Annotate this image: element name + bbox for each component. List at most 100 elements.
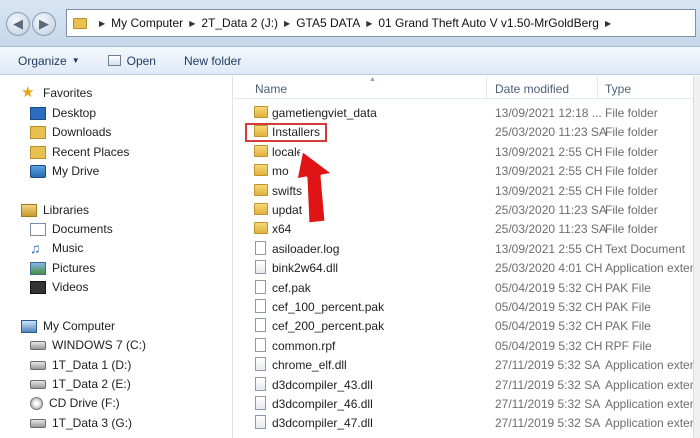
new-folder-button[interactable]: New folder <box>184 54 241 68</box>
nav-item-label: 1T_Data 1 (D:) <box>52 358 132 372</box>
column-header-row: ▲ Name Date modified Type <box>234 76 700 99</box>
folder-icon <box>254 183 268 196</box>
file-row[interactable]: cef_200_percent.pak 05/04/2019 5:32 CH PAK… <box>234 316 700 335</box>
highlight-box <box>245 123 327 142</box>
sort-ascending-icon: ▲ <box>369 76 376 83</box>
chevron-right-icon[interactable]: ▶ <box>99 19 105 28</box>
nav-item-pictures[interactable]: Pictures <box>30 261 95 275</box>
file-type: RPF File <box>605 338 652 353</box>
file-name: cef_200_percent.pak <box>272 319 385 334</box>
file-type: PAK File <box>605 280 651 295</box>
libraries-header[interactable]: Libraries <box>21 203 89 217</box>
nav-item-drive-f[interactable]: CD Drive (F:) <box>30 396 120 410</box>
file-row[interactable]: d3dcompiler_46.dll 27/11/2019 5:32 SA Appl… <box>234 394 700 413</box>
back-button[interactable]: ◀ <box>6 12 30 36</box>
navigation-pane: ★ Favorites Desktop Downloads Recent Pla… <box>0 76 233 438</box>
folder-icon <box>254 106 268 118</box>
file-row[interactable]: d3dcompiler_47.dll 27/11/2019 5:32 SA Appl… <box>234 413 700 432</box>
pictures-icon <box>30 261 46 275</box>
nav-item-downloads[interactable]: Downloads <box>30 125 111 139</box>
file-type: Application extens... <box>605 377 700 392</box>
nav-item-videos[interactable]: Videos <box>30 280 88 294</box>
downloads-icon <box>30 125 46 139</box>
music-note-icon: ♫ <box>30 239 41 256</box>
nav-item-drive-c[interactable]: WINDOWS 7 (C:) <box>30 338 146 352</box>
file-date: 13/09/2021 2:55 CH <box>495 241 603 256</box>
nav-item-music[interactable]: ♫ Music <box>30 239 84 256</box>
file-row[interactable]: common.rpf 05/04/2019 5:32 CH RPF File <box>234 336 700 355</box>
dll-file-icon <box>255 415 266 430</box>
file-row[interactable]: d3dcompiler_43.dll 27/11/2019 5:32 SA Appl… <box>234 375 700 394</box>
nav-item-documents[interactable]: Documents <box>30 222 113 236</box>
my-computer-header[interactable]: My Computer <box>21 319 115 333</box>
column-header-date[interactable]: Date modified <box>495 82 569 96</box>
file-type: Application extens... <box>605 416 700 431</box>
file-date: 13/09/2021 12:18 ... <box>495 106 602 120</box>
file-date: 05/04/2019 5:32 CH <box>495 300 603 314</box>
file-date: 27/11/2019 5:32 SA <box>495 377 601 392</box>
breadcrumb-item[interactable]: 2T_Data 2 (J:) <box>201 16 278 30</box>
nav-item-drive-g[interactable]: 1T_Data 3 (G:) <box>30 416 132 430</box>
vertical-scrollbar[interactable] <box>693 76 700 438</box>
column-divider[interactable] <box>486 76 487 99</box>
chevron-right-icon[interactable]: ▶ <box>605 19 611 28</box>
file-row[interactable]: asiloader.log 13/09/2021 2:55 CH Text Docu… <box>234 239 700 258</box>
file-type: File folder <box>605 222 658 237</box>
libraries-icon <box>21 203 37 217</box>
file-date: 13/09/2021 2:55 CH <box>495 164 603 179</box>
file-name: d3dcompiler_43.dll <box>272 377 373 392</box>
nav-item-label: CD Drive (F:) <box>49 396 120 410</box>
file-icon <box>255 299 266 313</box>
column-header-name[interactable]: Name <box>255 82 287 96</box>
nav-item-desktop[interactable]: Desktop <box>30 106 96 120</box>
nav-item-drive-e[interactable]: 1T_Data 2 (E:) <box>30 377 131 391</box>
chevron-right-icon[interactable]: ▶ <box>284 19 290 28</box>
file-type: File folder <box>605 125 658 140</box>
nav-item-my-drive[interactable]: My Drive <box>30 164 99 178</box>
breadcrumb-item[interactable]: 01 Grand Theft Auto V v1.50-MrGoldBerg <box>378 16 599 30</box>
column-header-type[interactable]: Type <box>605 82 631 96</box>
file-row[interactable]: bink2w64.dll 25/03/2020 4:01 CH Applicatio… <box>234 258 700 277</box>
file-icon <box>255 318 266 333</box>
new-folder-label: New folder <box>183 53 242 68</box>
nav-item-recent-places[interactable]: Recent Places <box>30 145 129 159</box>
forward-button[interactable]: ▶ <box>32 12 56 36</box>
file-type: Text Document <box>605 241 686 256</box>
my-computer-label: My Computer <box>43 319 116 333</box>
column-divider[interactable] <box>597 76 598 99</box>
hard-drive-icon <box>30 379 46 389</box>
desktop-icon <box>30 106 46 120</box>
organize-button[interactable]: Organize ▼ <box>18 54 80 68</box>
file-date: 27/11/2019 5:32 SA <box>495 416 601 431</box>
file-row[interactable]: cef.pak 05/04/2019 5:32 CH PAK File <box>234 278 700 297</box>
file-date: 25/03/2020 4:01 CH <box>495 261 603 276</box>
google-drive-icon <box>30 164 46 178</box>
chevron-right-icon[interactable]: ▶ <box>366 19 372 28</box>
breadcrumb-item[interactable]: My Computer <box>111 16 183 30</box>
dll-file-icon <box>255 260 266 275</box>
nav-item-label: Desktop <box>52 106 97 120</box>
chevron-right-icon[interactable]: ▶ <box>189 19 195 28</box>
organize-label: Organize <box>18 53 67 68</box>
file-icon <box>255 337 266 352</box>
file-date: 25/03/2020 11:23 SA <box>495 222 607 237</box>
file-type: File folder <box>605 164 658 179</box>
nav-item-label: Recent Places <box>52 145 130 159</box>
open-button[interactable]: Open <box>107 54 156 68</box>
nav-item-label: Music <box>52 241 84 255</box>
file-date: 25/03/2020 11:23 SA <box>495 125 607 140</box>
file-type: Application extens... <box>605 261 700 276</box>
file-row[interactable]: gametiengviet_data 13/09/2021 12:18 ... Fi… <box>234 103 700 122</box>
file-type: File folder <box>605 183 658 198</box>
address-bar[interactable]: ▶ My Computer ▶ 2T_Data 2 (J:) ▶ GTA5 DA… <box>66 9 696 37</box>
file-date: 27/11/2019 5:32 SA <box>495 397 601 411</box>
file-row[interactable]: cef_100_percent.pak 05/04/2019 5:32 CH PAK… <box>234 297 700 316</box>
nav-item-label: WINDOWS 7 (C:) <box>52 338 146 352</box>
file-name: bink2w64.dll <box>272 261 339 276</box>
nav-item-drive-d[interactable]: 1T_Data 1 (D:) <box>30 358 131 372</box>
file-type: File folder <box>605 144 658 159</box>
file-row[interactable]: chrome_elf.dll 27/11/2019 5:32 SA Applicat… <box>234 355 700 374</box>
file-date: 05/04/2019 5:32 CH <box>495 280 603 295</box>
favorites-header[interactable]: ★ Favorites <box>21 85 92 100</box>
breadcrumb-item[interactable]: GTA5 DATA <box>296 16 360 30</box>
